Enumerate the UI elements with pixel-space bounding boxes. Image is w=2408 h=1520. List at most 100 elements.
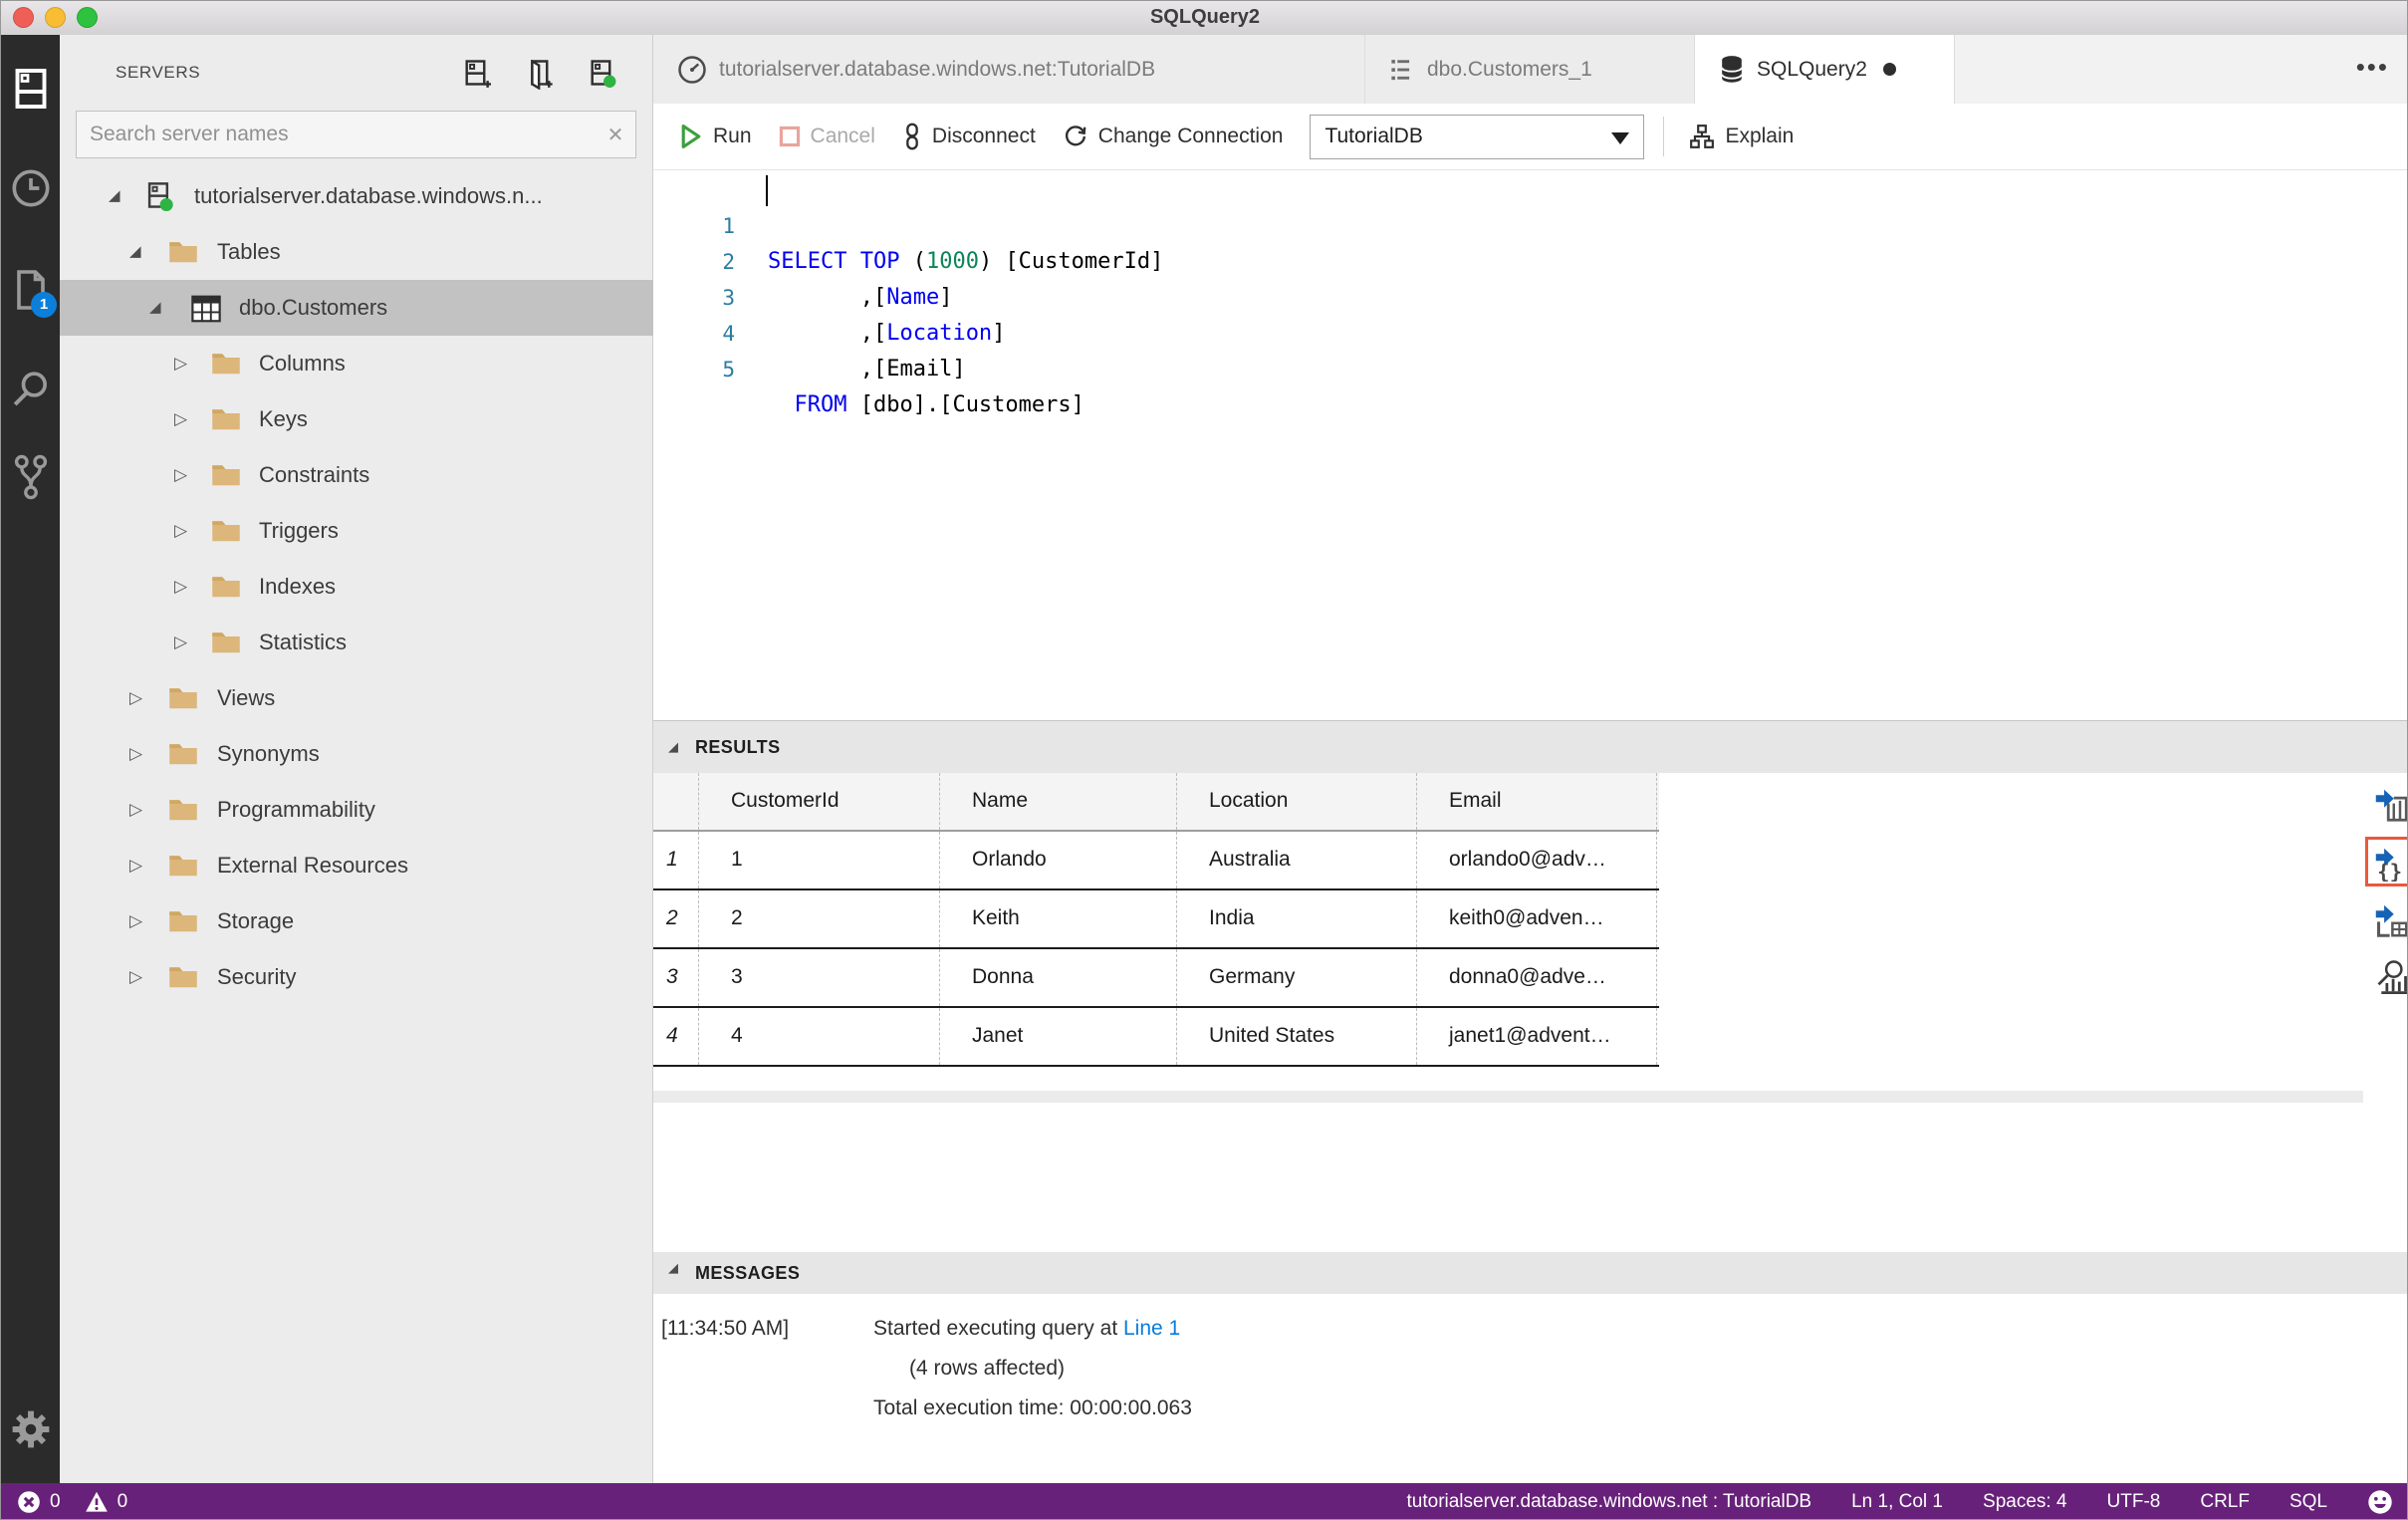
error-count: 0	[50, 1491, 61, 1512]
tree-item-keys[interactable]: Keys	[60, 391, 653, 447]
tab-sqlquery2[interactable]: SQLQuery2	[1695, 35, 1955, 104]
column-header[interactable]: Email	[1417, 773, 1657, 830]
line-1-link[interactable]: Line 1	[1123, 1317, 1180, 1340]
collapsed-arrow-icon[interactable]	[174, 336, 187, 391]
errors-icon[interactable]	[17, 1490, 41, 1514]
tree-item-statistics[interactable]: Statistics	[60, 615, 653, 670]
database-dropdown[interactable]: TutorialDB	[1310, 114, 1645, 159]
collapsed-arrow-icon[interactable]	[174, 615, 187, 670]
dashboard-gauge-icon	[677, 55, 707, 85]
tree-item-server[interactable]: tutorialserver.database.windows.n...	[60, 168, 653, 224]
status-encoding[interactable]: UTF-8	[2107, 1491, 2161, 1513]
edit-data-list-icon	[1389, 57, 1415, 83]
source-control-icon[interactable]	[1, 449, 60, 505]
status-eol[interactable]: CRLF	[2200, 1491, 2250, 1513]
new-connection-icon[interactable]	[464, 60, 491, 90]
folder-icon	[211, 405, 241, 431]
task-history-icon[interactable]	[1, 160, 60, 216]
open-editors-icon[interactable]: 1	[1, 262, 60, 318]
table-row[interactable]: 4 4 Janet United States janet1@advent…	[653, 1008, 1659, 1067]
status-indentation[interactable]: Spaces: 4	[1983, 1491, 2067, 1513]
tree-item-synonyms[interactable]: Synonyms	[60, 726, 653, 782]
status-language[interactable]: SQL	[2289, 1491, 2327, 1513]
collapsed-arrow-icon[interactable]	[129, 893, 142, 949]
close-window-button[interactable]	[13, 7, 34, 28]
horizontal-scrollbar[interactable]	[653, 1091, 2363, 1103]
table-row[interactable]: 1 1 Orlando Australia orlando0@adv…	[653, 832, 1659, 890]
new-server-group-icon[interactable]	[527, 60, 554, 90]
svg-text:{}: {}	[2377, 860, 2402, 882]
cancel-button[interactable]: Cancel	[779, 125, 875, 148]
tree-item-triggers[interactable]: Triggers	[60, 503, 653, 559]
feedback-smiley-icon[interactable]	[2367, 1489, 2393, 1515]
message-line: Total execution time: 00:00:00.063	[873, 1396, 1192, 1419]
collapse-messages-icon[interactable]	[668, 1247, 678, 1289]
title-bar: SQLQuery2	[1, 1, 2407, 36]
grid-header-row: CustomerId Name Location Email	[653, 773, 1659, 832]
tree-item-external-resources[interactable]: External Resources	[60, 838, 653, 893]
tree-item-constraints[interactable]: Constraints	[60, 447, 653, 503]
collapsed-arrow-icon[interactable]	[129, 726, 142, 782]
folder-icon	[211, 573, 241, 599]
editor-tab-bar: tutorialserver.database.windows.net:Tuto…	[653, 35, 2407, 104]
run-button[interactable]: Run	[679, 124, 752, 149]
save-as-excel-icon[interactable]	[2374, 902, 2407, 938]
tree-item-security[interactable]: Security	[60, 949, 653, 1005]
tree-item-dbo-customers[interactable]: dbo.Customers	[60, 280, 653, 336]
column-header[interactable]: Location	[1177, 773, 1417, 830]
collapsed-arrow-icon[interactable]	[129, 782, 142, 838]
tree-item-storage[interactable]: Storage	[60, 893, 653, 949]
collapsed-arrow-icon[interactable]	[129, 838, 142, 893]
folder-icon	[211, 517, 241, 543]
active-connections-icon[interactable]	[590, 60, 616, 90]
explain-button[interactable]: Explain	[1689, 124, 1794, 149]
text-cursor	[766, 175, 768, 206]
tree-item-views[interactable]: Views	[60, 670, 653, 726]
unsaved-changes-dot	[1882, 63, 1896, 76]
disconnect-button[interactable]: Disconnect	[902, 123, 1036, 150]
sql-editor[interactable]: 1 SELECT TOP (1000) [CustomerId] 2 ,[Nam…	[653, 170, 2407, 720]
settings-gear-icon[interactable]	[1, 1401, 60, 1457]
results-section-header[interactable]: RESULTS	[653, 721, 2407, 773]
minimize-window-button[interactable]	[45, 7, 66, 28]
table-row[interactable]: 3 3 Donna Germany donna0@adve…	[653, 949, 1659, 1008]
message-timestamp: [11:34:50 AM]	[661, 1317, 790, 1340]
table-row[interactable]: 2 2 Keith India keith0@adven…	[653, 890, 1659, 949]
column-header[interactable]: Name	[940, 773, 1177, 830]
clear-search-icon[interactable]: ✕	[596, 123, 635, 147]
messages-section-header[interactable]: MESSAGES	[653, 1252, 2407, 1294]
collapsed-arrow-icon[interactable]	[174, 503, 187, 559]
collapsed-arrow-icon[interactable]	[129, 949, 142, 1005]
tab-dbo-customers-1[interactable]: dbo.Customers_1	[1365, 35, 1695, 104]
tree-item-indexes[interactable]: Indexes	[60, 559, 653, 615]
tree-item-programmability[interactable]: Programmability	[60, 782, 653, 838]
server-search-box: ✕	[76, 111, 636, 158]
status-connection[interactable]: tutorialserver.database.windows.net : Tu…	[1407, 1491, 1812, 1513]
warnings-icon[interactable]	[85, 1490, 109, 1514]
folder-icon	[168, 684, 198, 710]
status-cursor-position[interactable]: Ln 1, Col 1	[1851, 1491, 1943, 1513]
server-search-input[interactable]	[77, 122, 596, 147]
view-as-chart-icon[interactable]	[2374, 958, 2407, 994]
servers-view-icon[interactable]	[1, 61, 60, 117]
more-actions-icon[interactable]: •••	[2356, 35, 2389, 104]
collapsed-arrow-icon[interactable]	[129, 670, 142, 726]
expand-arrow-icon[interactable]	[109, 168, 120, 224]
maximize-window-button[interactable]	[77, 7, 98, 28]
search-view-icon[interactable]	[1, 362, 60, 417]
collapsed-arrow-icon[interactable]	[174, 559, 187, 615]
collapse-results-icon[interactable]	[668, 721, 678, 773]
expand-arrow-icon[interactable]	[129, 224, 141, 280]
tab-server-dashboard[interactable]: tutorialserver.database.windows.net:Tuto…	[653, 35, 1365, 104]
change-connection-button[interactable]: Change Connection	[1063, 124, 1283, 149]
tree-item-columns[interactable]: Columns	[60, 336, 653, 391]
folder-icon	[168, 796, 198, 822]
collapsed-arrow-icon[interactable]	[174, 391, 187, 447]
collapsed-arrow-icon[interactable]	[174, 447, 187, 503]
expand-arrow-icon[interactable]	[149, 280, 161, 336]
tree-item-tables[interactable]: Tables	[60, 224, 653, 280]
column-header[interactable]: CustomerId	[699, 773, 940, 830]
folder-icon	[168, 852, 198, 878]
save-as-csv-icon[interactable]	[2374, 787, 2407, 823]
save-as-json-icon[interactable]: {}	[2374, 846, 2407, 882]
